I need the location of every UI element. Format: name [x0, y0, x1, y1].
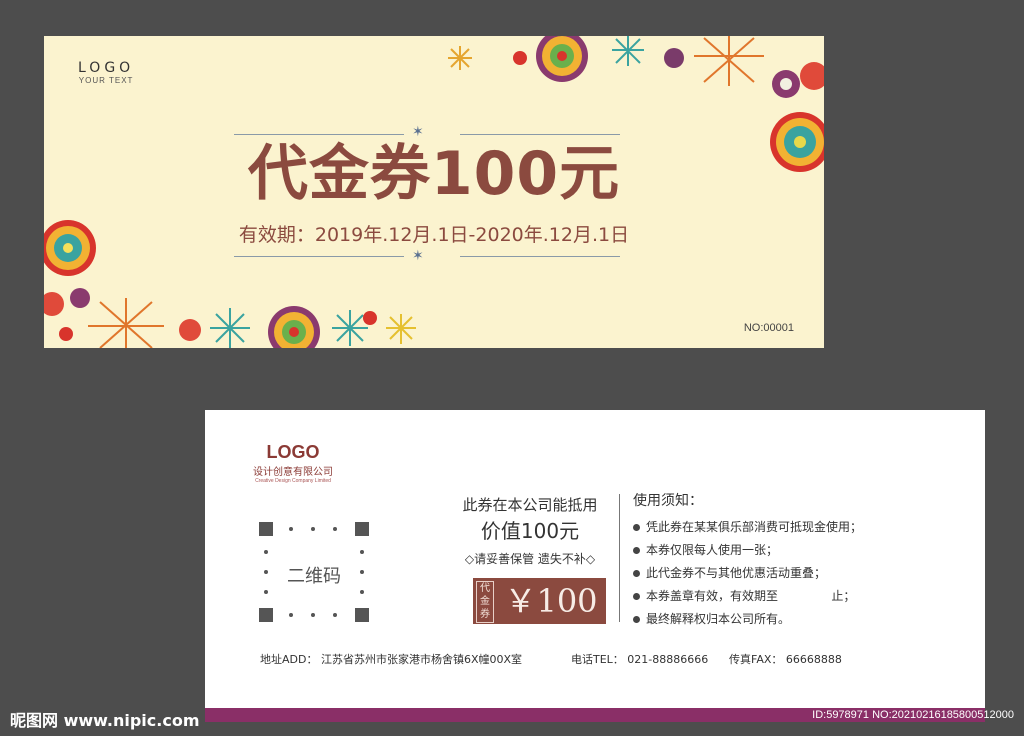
serial-number: NO:00001 [743, 322, 794, 334]
firework-icon [612, 36, 644, 66]
notes-title: 使用须知： [633, 493, 703, 509]
company-name: 设计创意有限公司 [253, 467, 333, 478]
fax: 传真FAX： 66668888 [729, 653, 842, 666]
divider [619, 494, 620, 622]
qr-label: 二维码 [287, 566, 341, 587]
berry-icon [363, 311, 377, 325]
berry-icon [513, 51, 527, 65]
price-badge: 代金券 ￥100 [473, 578, 606, 624]
qr-corner [259, 608, 273, 622]
list-item: 本券盖章有效，有效期至 止； [633, 585, 963, 608]
berry-icon [59, 327, 73, 341]
firework-icon [694, 36, 764, 86]
value-description: 价值100元 [480, 519, 580, 543]
qr-corner [259, 522, 273, 536]
flower-icon [268, 306, 320, 348]
phone: 电话TEL： 021-88886666 [571, 653, 709, 666]
voucher-front: LOGO YOUR TEXT ✶ 代金券100元 有效期：2019年.12月.1… [44, 36, 824, 348]
firework-icon [210, 308, 250, 348]
logo-subtext: YOUR TEXT [78, 76, 134, 85]
firework-icon [332, 310, 368, 346]
bullet-icon [633, 616, 640, 623]
company-name-en: Creative Design Company Limited [255, 478, 331, 484]
logo: LOGO YOUR TEXT [78, 60, 134, 85]
keep-notice: ◇请妥善保管 遗失不补◇ [464, 552, 596, 566]
bullet-icon [633, 524, 640, 531]
validity-period: 有效期：2019年.12月.1日-2020年.12月.1日 [238, 224, 630, 246]
bullet-icon [633, 547, 640, 554]
qr-code-placeholder: 二维码 [259, 522, 369, 622]
ball-icon [70, 288, 90, 308]
voucher-title: 代金券100元 [247, 139, 621, 209]
divider [234, 134, 404, 135]
divider [460, 256, 620, 257]
ball-icon [664, 48, 684, 68]
address: 地址ADD： 江苏省苏州市张家港市杨舍镇6X幢00X室 [260, 653, 523, 666]
price-tag: 代金券 [476, 581, 494, 623]
bullet-icon [633, 570, 640, 577]
divider [460, 134, 620, 135]
usage-notes: 使用须知： 凭此券在某某俱乐部消费可抵现金使用； 本券仅限每人使用一张； 此代金… [633, 490, 963, 631]
voucher-back: LOGO 设计创意有限公司 Creative Design Company Li… [205, 410, 985, 722]
list-item: 凭此券在某某俱乐部消费可抵现金使用； [633, 516, 963, 539]
flower-icon [536, 36, 588, 82]
watermark-site: 昵图网 www.nipic.com [10, 711, 200, 730]
bullet-icon [633, 593, 640, 600]
qr-corner [355, 608, 369, 622]
watermark-id: ID:5978971 NO:20210216185800512000 [812, 709, 1014, 721]
qr-corner [355, 522, 369, 536]
logo-text: LOGO [266, 442, 320, 462]
ball-icon [179, 319, 201, 341]
list-item: 最终解释权归本公司所有。 [633, 608, 963, 631]
ball-icon [44, 292, 64, 316]
ball-icon [800, 62, 824, 90]
star-icon: ✶ [412, 248, 424, 264]
use-description: 此券在本公司能抵用 [462, 496, 598, 514]
firework-icon [88, 298, 164, 348]
firework-icon [448, 46, 472, 70]
firework-icon [386, 314, 416, 344]
divider [234, 256, 404, 257]
price-amount: ￥100 [504, 582, 598, 620]
list-item: 此代金券不与其他优惠活动重叠； [633, 562, 963, 585]
company-logo: LOGO 设计创意有限公司 Creative Design Company Li… [253, 442, 333, 484]
list-item: 本券仅限每人使用一张； [633, 539, 963, 562]
logo-text: LOGO [78, 60, 135, 76]
